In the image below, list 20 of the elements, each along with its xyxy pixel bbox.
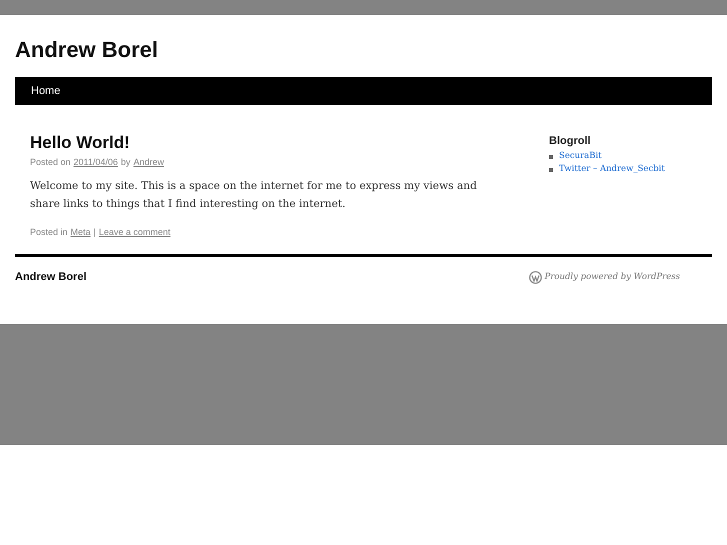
blogroll-link[interactable]: Twitter – Andrew_Secbit	[559, 163, 665, 176]
category-link[interactable]: Meta	[70, 227, 91, 237]
meta-text: by	[120, 157, 130, 167]
bullet-icon	[549, 168, 553, 172]
author-link[interactable]: Andrew	[133, 157, 164, 167]
comment-link[interactable]: Leave a comment	[98, 227, 170, 237]
date-link[interactable]: 2011/04/06	[74, 157, 118, 167]
separator-text: |	[94, 227, 96, 237]
bullet-icon	[549, 154, 553, 158]
post-body: Welcome to my site. This is a space on the internet for me to express my views and share links to things that I find interesting on the internet.	[30, 179, 478, 212]
post-title[interactable]: Hello World!	[30, 133, 495, 153]
meta-text: Posted on	[30, 157, 71, 167]
site-title[interactable]: Andrew Borel	[15, 15, 158, 77]
blogroll-link[interactable]: SecuraBit	[559, 150, 602, 163]
widget-title: Blogroll	[549, 135, 592, 147]
wordpress-logo-icon	[528, 270, 542, 284]
powered-by-link[interactable]: Proudly powered by WordPress	[544, 272, 680, 282]
footer-site-title[interactable]: Andrew Borel	[15, 271, 87, 283]
menu-item[interactable]: Home	[19, 77, 72, 105]
meta-text: Posted in	[30, 227, 68, 237]
